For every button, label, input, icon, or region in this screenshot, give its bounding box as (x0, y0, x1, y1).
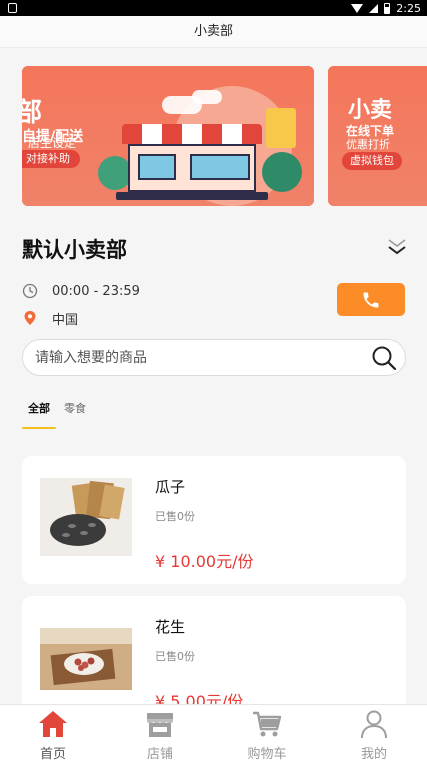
shopping-bag-illustration (266, 108, 296, 148)
shop-location: 中国 (22, 308, 78, 328)
product-price: ¥ 10.00元/份 (155, 552, 254, 571)
banner-carousel[interactable]: 部 自提/配送 店主设定 对接补助 小卖 在线下单 优惠打折 虚拟钱包 (0, 66, 427, 206)
call-button[interactable] (337, 283, 405, 316)
location-pin-icon (24, 311, 36, 325)
storefront-illustration (116, 124, 268, 200)
shop-location-text: 中国 (52, 312, 79, 328)
home-icon (39, 711, 67, 737)
product-name: 花生 (155, 618, 186, 636)
banner-slide[interactable]: 部 自提/配送 店主设定 对接补助 (22, 66, 314, 206)
shop-name: 默认小卖部 (22, 238, 127, 262)
chevron-down-icon[interactable] (386, 236, 408, 258)
tab-mine[interactable]: 我的 (321, 705, 427, 760)
tab-snacks[interactable]: 零食 (64, 400, 86, 416)
banner-title: 小卖 (348, 98, 393, 123)
tab-cart[interactable]: 购物车 (214, 705, 320, 760)
product-image-sunflower-seeds[interactable] (40, 478, 132, 556)
product-sold: 已售0份 (155, 650, 195, 663)
shop-hours: 00:00 - 23:59 (22, 281, 140, 301)
user-icon (361, 710, 387, 739)
shop-hours-text: 00:00 - 23:59 (52, 283, 140, 299)
product-price: ¥ 5.00元/份 (155, 692, 244, 704)
tab-mine-label: 我的 (360, 747, 387, 760)
product-sold: 已售0份 (155, 510, 195, 523)
banner-tag: 虚拟钱包 (342, 152, 402, 170)
banner-line2: 店主设定 (28, 136, 77, 150)
wifi-icon (351, 3, 364, 13)
store-icon (147, 713, 173, 737)
bottom-tab-bar: 首页 店铺 购物车 我的 (0, 704, 427, 760)
notification-icon (8, 3, 17, 13)
tab-home[interactable]: 首页 (0, 705, 106, 760)
banner-title: 部 (22, 98, 43, 128)
status-right: 2:25 (351, 0, 421, 16)
tab-cart-label: 购物车 (247, 747, 287, 760)
phone-icon (363, 292, 379, 307)
status-time: 2:25 (396, 1, 421, 15)
product-image-peanuts[interactable] (40, 628, 132, 690)
cart-icon (253, 711, 282, 737)
tab-store-label: 店铺 (146, 747, 173, 760)
search-input[interactable] (35, 340, 355, 375)
signal-icon (369, 3, 379, 13)
search-icon[interactable] (371, 345, 397, 371)
tab-active-indicator (22, 427, 56, 429)
tab-all[interactable]: 全部 (28, 400, 50, 416)
search-bar[interactable] (22, 339, 406, 376)
clock-icon (22, 283, 38, 299)
banner-tag: 对接补助 (22, 150, 80, 168)
banner-slide[interactable]: 小卖 在线下单 优惠打折 虚拟钱包 (328, 66, 427, 206)
status-bar: 2:25 (0, 0, 427, 16)
product-card[interactable]: 花生 已售0份 ¥ 5.00元/份 (22, 596, 406, 704)
tab-store[interactable]: 店铺 (107, 705, 213, 760)
battery-icon (384, 2, 391, 14)
page-title: 小卖部 (0, 16, 427, 48)
product-name: 瓜子 (155, 478, 186, 496)
banner-line2: 优惠打折 (346, 138, 390, 151)
product-card[interactable]: 瓜子 已售0份 ¥ 10.00元/份 (22, 456, 406, 584)
main-content[interactable]: 部 自提/配送 店主设定 对接补助 小卖 在线下单 优惠打折 虚拟钱包 默认小卖… (0, 48, 427, 704)
tab-home-label: 首页 (39, 747, 66, 760)
